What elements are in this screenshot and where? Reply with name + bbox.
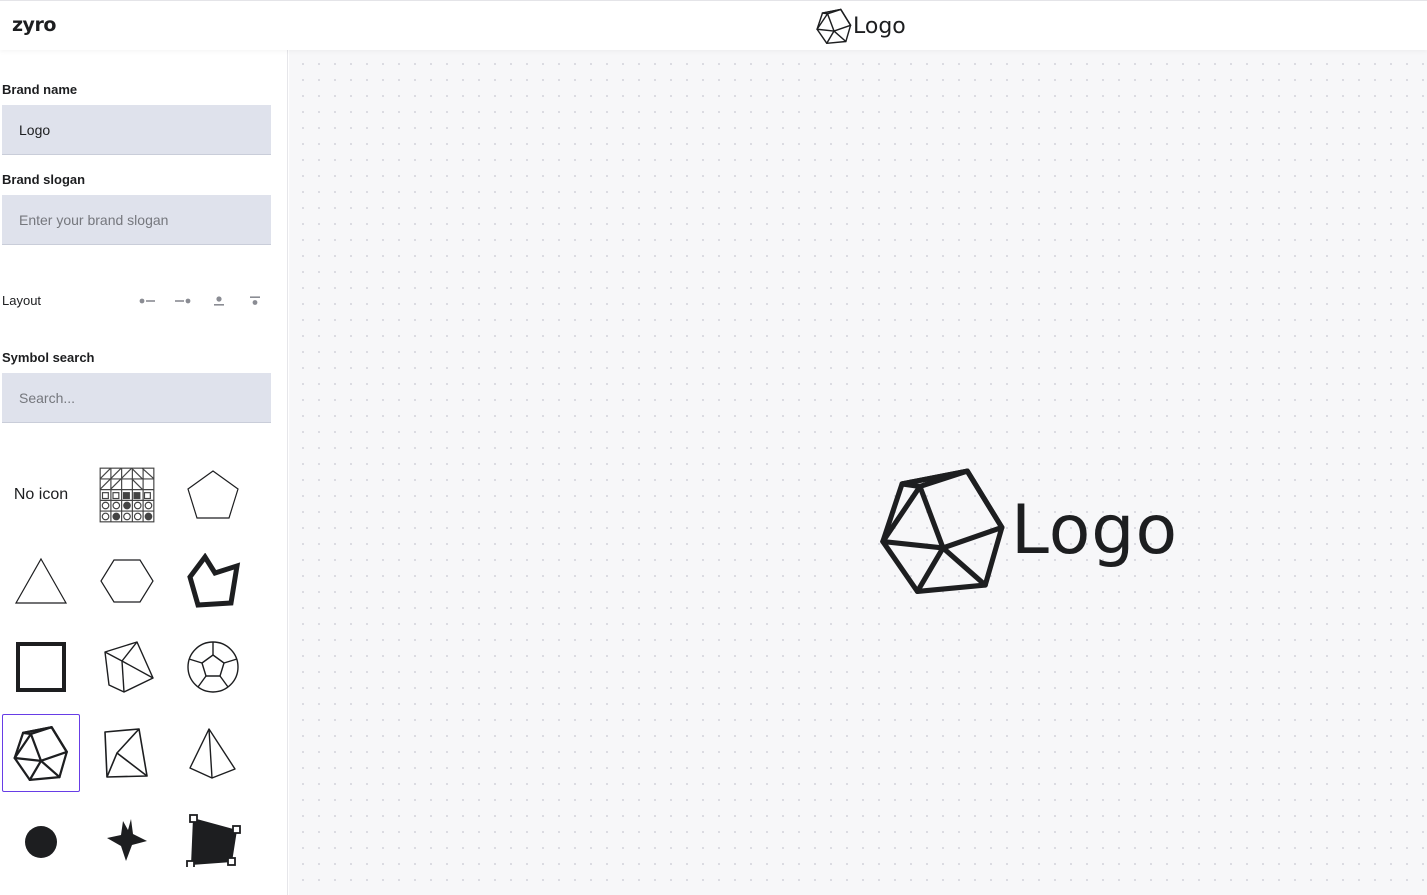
hexagon-icon [100,559,154,603]
tetrahedron-icon [189,728,236,779]
header-logo-preview: Logo [816,8,906,44]
triangle-icon [14,557,68,604]
icosahedron-icon [879,466,1007,594]
pentagon-icon [187,470,239,519]
square-option[interactable] [2,628,80,706]
header-preview-text: Logo [853,13,906,39]
brand-name-input[interactable] [2,105,271,155]
transform-shape-icon [186,814,241,867]
pattern-grid-option[interactable] [88,456,166,534]
icon-right-layout-option[interactable] [173,293,193,309]
pentagon-option[interactable] [174,456,252,534]
sidebar: Brand name Brand slogan Layout Symbol se… [0,50,288,895]
zyro-logo[interactable]: zyro [12,14,56,36]
logo-preview[interactable]: Logo [879,466,1178,594]
circle-icon [25,826,57,858]
icosahedron-icon [13,725,69,781]
crown-polygon-option[interactable] [174,542,252,620]
top-bar: zyro Logo [0,0,1427,50]
no-icon-option[interactable]: No icon [2,456,80,534]
dodecahedron-option[interactable] [174,628,252,706]
icosahedron-option[interactable] [2,714,80,792]
layout-label: Layout [2,293,42,308]
symbol-search-label: Symbol search [2,350,95,365]
icon-top-layout-icon [214,296,224,306]
pattern-grid-icon [99,467,155,523]
circle-option[interactable] [2,800,80,878]
brand-name-label: Brand name [2,82,78,97]
star-option[interactable] [88,800,166,878]
triangle-option[interactable] [2,542,80,620]
icon-right-layout-icon [175,298,191,304]
no-icon-label: No icon [13,486,69,503]
layout-row: Layout [2,293,272,309]
kite-polyhedron-option[interactable] [88,714,166,792]
symbol-search-input[interactable] [2,373,271,423]
dodecahedron-icon [187,641,239,693]
icosahedron-icon [816,8,852,44]
brand-slogan-input[interactable] [2,195,271,245]
logo-preview-text: Logo [1011,490,1179,570]
cube-option[interactable] [88,628,166,706]
icon-top-layout-option[interactable] [209,293,229,309]
icon-top-compact-layout-icon [250,296,260,305]
hexagon-option[interactable] [88,542,166,620]
square-icon [16,642,66,692]
tetrahedron-option[interactable] [174,714,252,792]
star-icon [107,819,147,861]
kite-polyhedron-icon [104,728,148,778]
icon-left-layout-icon [139,298,155,304]
transform-shape-option[interactable] [174,800,252,878]
icon-top-compact-layout-option[interactable] [245,293,265,309]
icon-left-layout-option[interactable] [137,293,157,309]
cube-icon [104,641,154,693]
logo-canvas[interactable]: Logo [289,50,1427,895]
crown-polygon-icon [187,553,241,608]
brand-slogan-label: Brand slogan [2,172,86,187]
